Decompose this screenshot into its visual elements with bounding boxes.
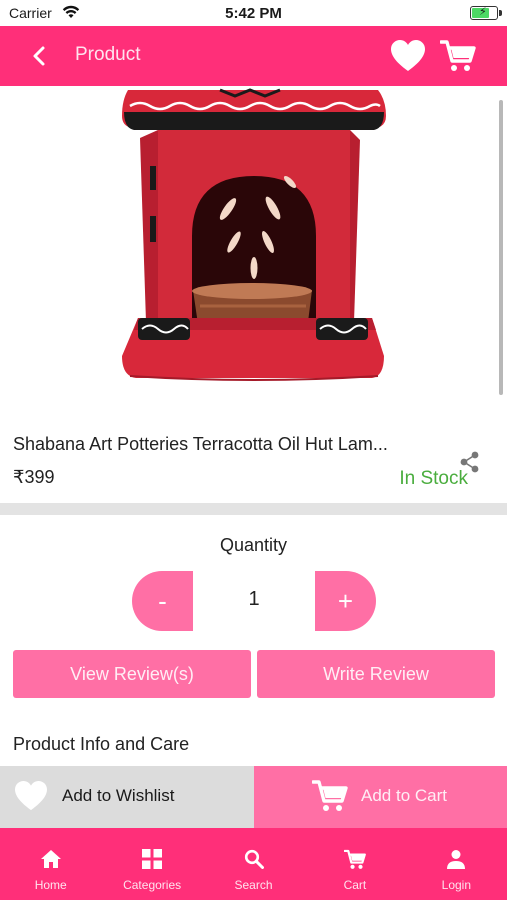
add-to-wishlist-label: Add to Wishlist: [62, 786, 175, 805]
cart-icon: [312, 780, 348, 811]
grid-icon: [142, 849, 163, 869]
terracotta-oil-burner-illustration: [122, 88, 386, 381]
quantity-decrease-button[interactable]: -: [132, 571, 193, 631]
nav-label-login: Login: [441, 878, 472, 892]
cart-icon[interactable]: [440, 39, 476, 73]
top-app-bar: Product: [0, 26, 507, 86]
nav-item-login[interactable]: Login: [406, 828, 507, 900]
product-image[interactable]: [0, 86, 507, 404]
search-icon: [244, 849, 264, 869]
add-to-wishlist-button[interactable]: Add to Wishlist: [0, 766, 254, 828]
bottom-navigation: Home Categories Search Cart Login: [0, 828, 507, 900]
nav-item-search[interactable]: Search: [203, 828, 304, 900]
product-price: ₹399: [13, 467, 55, 487]
quantity-value: 1: [248, 588, 260, 610]
nav-item-categories[interactable]: Categories: [101, 828, 202, 900]
section-divider: [0, 503, 507, 515]
stock-status: In Stock: [399, 468, 468, 489]
view-reviews-button[interactable]: View Review(s): [13, 650, 251, 698]
quantity-label: Quantity: [219, 535, 288, 555]
heart-icon: [15, 780, 47, 811]
nav-label-home: Home: [34, 878, 67, 892]
nav-label-cart: Cart: [343, 878, 367, 892]
add-to-cart-label: Add to Cart: [361, 786, 447, 805]
product-action-bar: Add to Wishlist Add to Cart: [0, 766, 507, 828]
cart-icon: [343, 849, 366, 869]
write-review-button[interactable]: Write Review: [257, 650, 495, 698]
clock: 5:42 PM: [225, 5, 282, 22]
nav-label-categories: Categories: [123, 878, 182, 892]
page-title: Product: [75, 44, 141, 65]
product-info-heading[interactable]: Product Info and Care: [13, 734, 189, 755]
chevron-left-icon[interactable]: [26, 42, 54, 70]
nav-item-cart[interactable]: Cart: [304, 828, 405, 900]
product-name: Shabana Art Potteries Terracotta Oil Hut…: [13, 434, 388, 454]
status-bar: Carrier 5:42 PM ⚡: [0, 0, 507, 26]
user-icon: [447, 850, 466, 869]
heart-icon[interactable]: [390, 39, 426, 73]
home-icon: [40, 850, 61, 868]
add-to-cart-button[interactable]: Add to Cart: [254, 766, 507, 828]
quantity-increase-button[interactable]: +: [315, 571, 376, 631]
nav-label-search: Search: [234, 878, 273, 892]
scrollbar[interactable]: [499, 100, 503, 395]
battery-icon: ⚡: [470, 6, 502, 20]
nav-item-home[interactable]: Home: [0, 828, 101, 900]
